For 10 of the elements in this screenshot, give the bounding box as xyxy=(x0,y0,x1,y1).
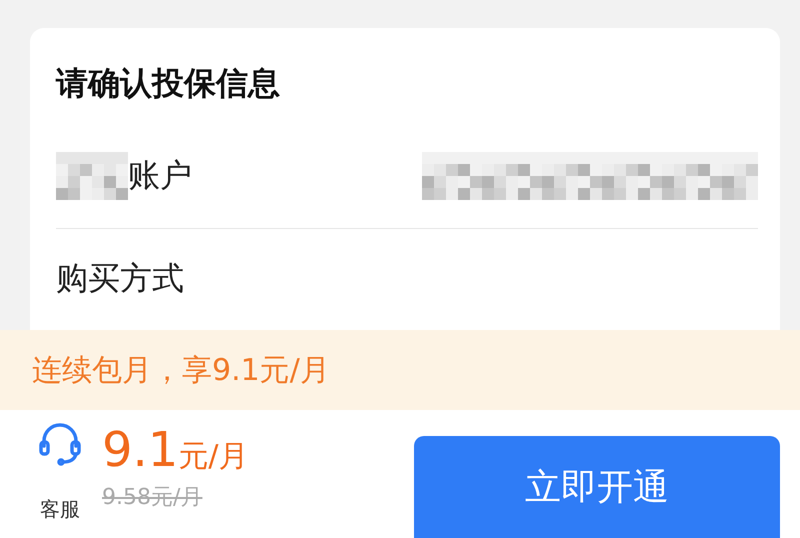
mosaic-drawing xyxy=(56,152,128,200)
price-unit: 元/月 xyxy=(178,438,248,476)
original-price: 9.58元/月 xyxy=(102,484,204,512)
section-title: 请确认投保信息 xyxy=(56,63,281,104)
field-label: 购买方式 xyxy=(56,258,184,299)
subscribe-button[interactable]: 立即开通 xyxy=(414,436,780,538)
service-label[interactable]: 客服 xyxy=(40,496,80,523)
field-label: 账户 xyxy=(128,155,192,196)
promo-text: 连续包月，享9.1元/月 xyxy=(32,352,330,390)
price: 9.1 xyxy=(102,422,178,478)
